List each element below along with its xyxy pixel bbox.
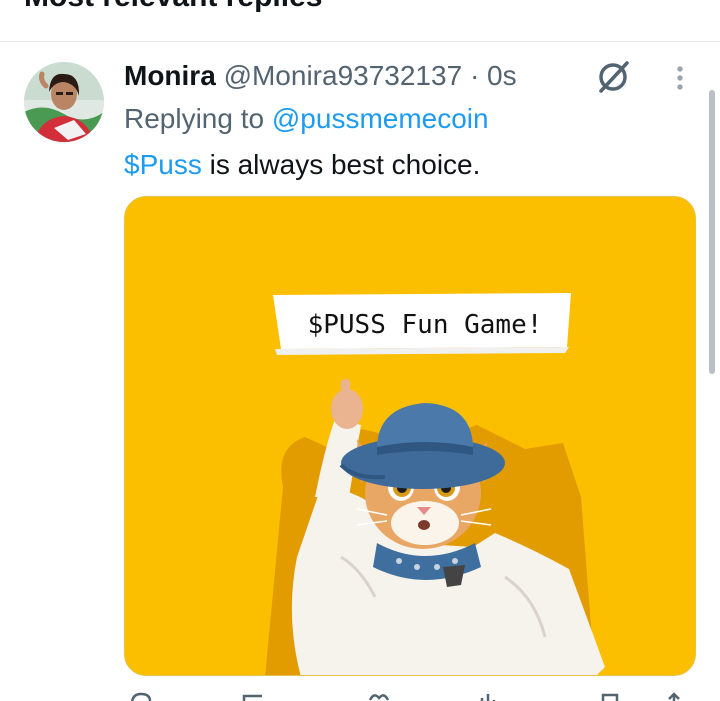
tweet-actions (124, 690, 696, 701)
section-title: Most relevant replies (24, 0, 322, 12)
divider (0, 41, 720, 42)
like-icon[interactable] (368, 692, 390, 701)
meta-separator: · (469, 60, 480, 91)
reply-mention-link[interactable]: @pussmemecoin (272, 103, 489, 134)
reply-icon[interactable] (130, 692, 152, 701)
media-illustration (125, 197, 695, 675)
views-icon[interactable] (478, 692, 498, 701)
cashtag-link[interactable]: $Puss (124, 149, 202, 180)
timestamp[interactable]: 0s (487, 60, 517, 91)
replying-to: Replying to @pussmemecoin (124, 101, 489, 137)
replying-to-label: Replying to (124, 103, 265, 134)
tweet-text-body: is always best choice. (201, 149, 481, 180)
tweet-media[interactable]: $PUSS Fun Game! (124, 196, 696, 676)
avatar[interactable] (24, 62, 104, 142)
media-caption: $PUSS Fun Game! (307, 310, 543, 340)
tweet-header: Monira @Monira93732137 · 0s (124, 58, 517, 94)
share-icon[interactable] (664, 692, 684, 701)
scrollbar[interactable] (709, 90, 715, 374)
author-handle[interactable]: @Monira93732137 (224, 60, 463, 91)
grok-icon[interactable] (597, 60, 631, 94)
tweet-text: $Puss is always best choice. (124, 147, 480, 183)
bookmark-icon[interactable] (600, 692, 620, 701)
more-vertical-icon[interactable] (668, 62, 692, 96)
reply-thread-page: Most relevant replies Monira @Monira9373… (0, 0, 720, 701)
author-name[interactable]: Monira (124, 60, 216, 91)
retweet-icon[interactable] (242, 692, 268, 701)
avatar-image (24, 62, 104, 142)
